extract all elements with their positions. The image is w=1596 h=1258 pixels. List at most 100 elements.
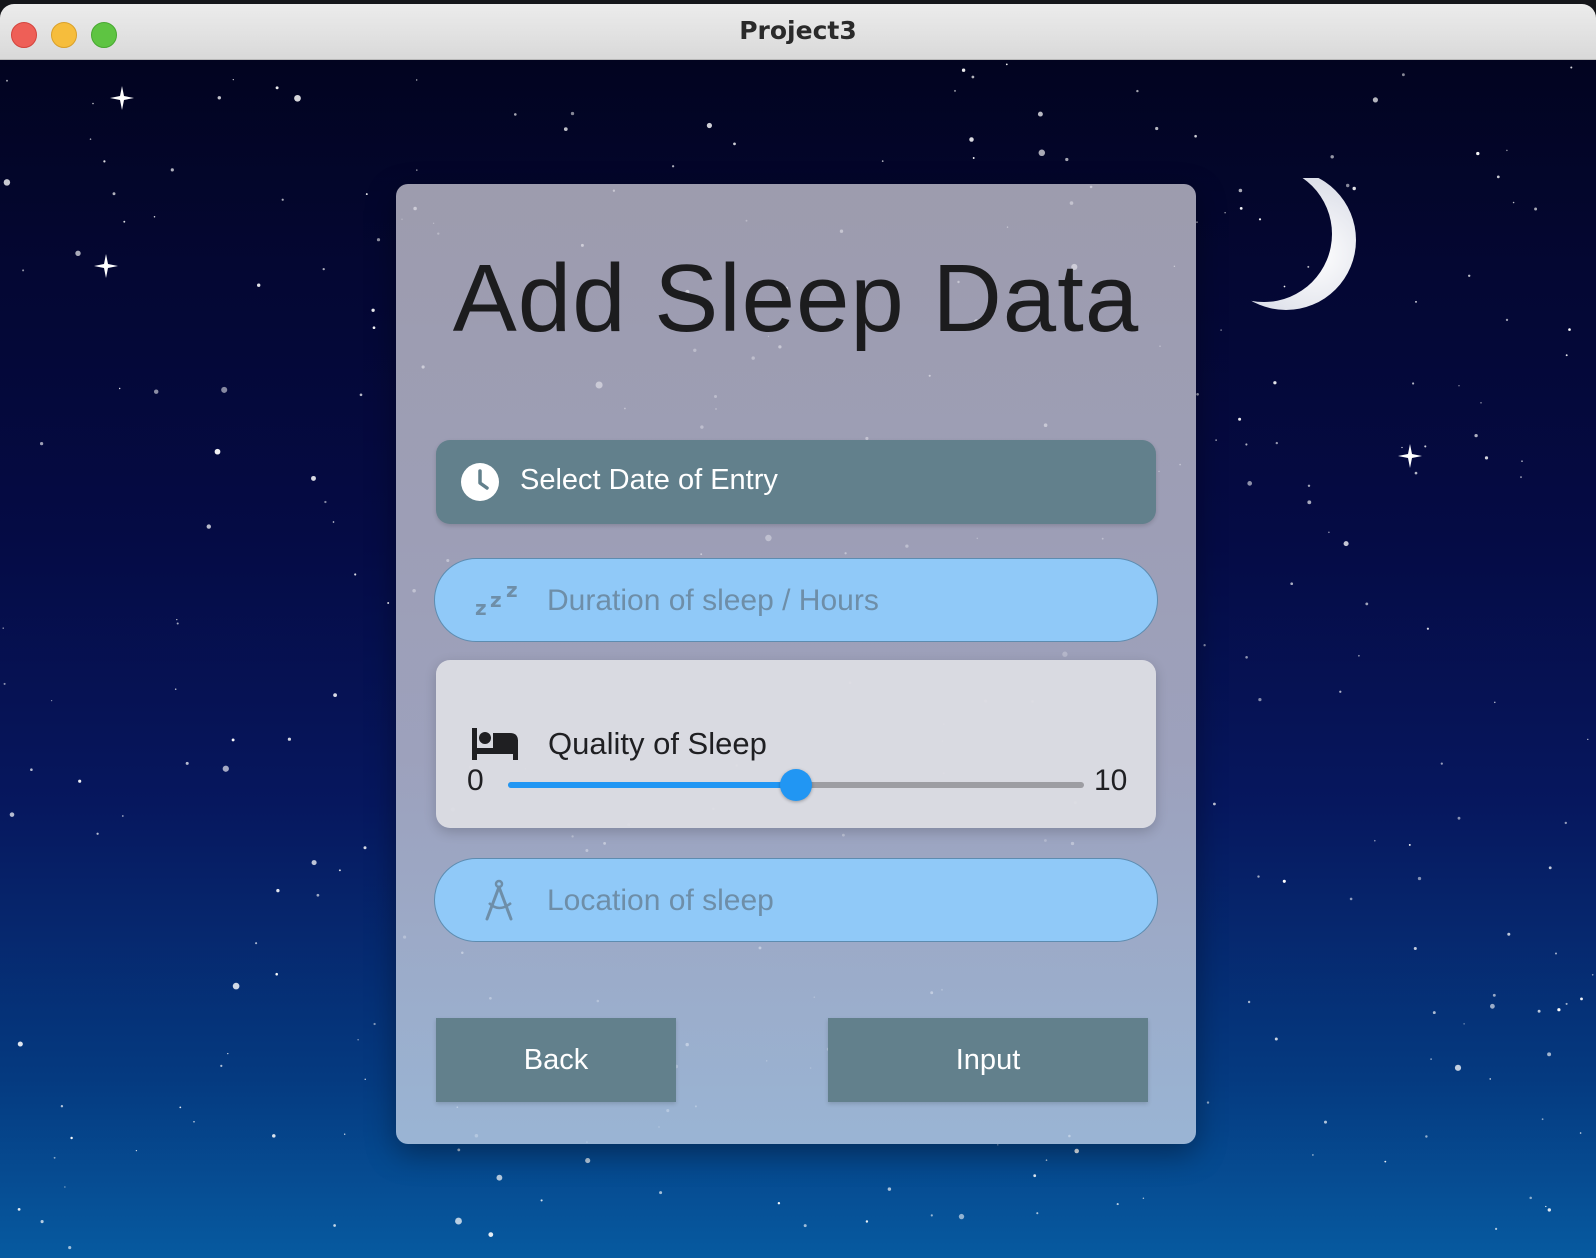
slider-thumb[interactable] [780,769,812,801]
star [1290,582,1294,586]
star [1213,802,1216,806]
star [17,1041,23,1047]
star [364,1078,366,1080]
star [1529,1196,1532,1200]
star [659,1191,663,1195]
night-sky-background: Add Sleep Data Select Date of Entry z z … [0,60,1596,1258]
star [1307,500,1312,505]
star [1534,207,1538,211]
location-field[interactable] [434,858,1158,942]
star [50,699,53,702]
star [1142,1197,1145,1200]
star [75,250,81,256]
star [1425,1135,1428,1138]
star [1349,897,1353,901]
star [103,160,106,163]
star [231,738,235,742]
star [455,1217,462,1225]
star [953,89,957,92]
star [39,441,44,446]
star [333,1224,336,1227]
quality-panel: Quality of Sleep 0 10 [436,660,1156,828]
star [17,1208,21,1211]
svg-text:z: z [490,588,502,612]
star [281,198,284,201]
star [1033,1174,1037,1178]
bed-icon [472,728,518,760]
star [53,1156,56,1159]
back-button[interactable]: Back [436,1018,676,1102]
star [153,216,156,218]
star [1548,866,1552,870]
star [1136,89,1139,93]
star [1454,1064,1462,1071]
star [1480,402,1482,404]
star [1307,484,1311,488]
star [1408,843,1411,846]
star [777,1201,781,1205]
quality-slider[interactable] [508,769,1084,801]
star [1258,697,1262,702]
star [92,102,94,105]
star [1282,879,1286,883]
star [89,138,92,140]
star [1494,701,1496,704]
add-sleep-card: Add Sleep Data Select Date of Entry z z … [396,184,1196,1144]
star [1312,1154,1314,1156]
star [1116,1203,1119,1206]
star [1496,175,1500,179]
select-date-button[interactable]: Select Date of Entry [436,440,1156,524]
star [1339,690,1342,693]
star [1557,1008,1561,1012]
star [1579,1132,1582,1134]
star [179,1106,182,1109]
star [1037,111,1043,117]
star [1155,126,1159,131]
clock-icon [461,463,499,501]
star [1565,354,1568,357]
star [153,389,159,394]
sparkle-star [110,86,134,110]
star [1372,97,1378,103]
star [1505,318,1509,322]
star [221,386,228,393]
star [1570,66,1573,69]
star [60,1105,64,1108]
star [1458,385,1460,387]
duration-field[interactable]: z z z [434,558,1158,642]
star [294,94,301,102]
star [275,86,279,90]
star [997,1144,999,1146]
location-input[interactable] [545,873,1129,929]
quality-label: Quality of Sleep [548,726,767,761]
star [1463,1023,1465,1025]
star [1580,997,1583,1001]
compass-icon [485,879,513,921]
star [322,267,325,271]
star [1417,876,1422,881]
star [22,269,25,272]
star [1520,476,1522,479]
star [1245,443,1248,446]
star [1440,762,1443,765]
star [3,682,6,685]
duration-input[interactable] [545,573,1129,629]
star [1545,1205,1547,1208]
star [570,111,575,116]
star [123,220,126,223]
star [324,500,327,504]
star [311,860,317,866]
star [227,1052,229,1055]
star [1414,471,1418,475]
star [1220,329,1222,331]
star [1384,1160,1387,1163]
star [887,1187,892,1191]
star [1196,392,1199,396]
slider-active-track [508,782,796,788]
star [671,165,675,168]
input-button[interactable]: Input [828,1018,1148,1102]
star [1247,1000,1251,1004]
star [1330,155,1334,159]
star [1492,993,1496,997]
star [958,1213,965,1220]
